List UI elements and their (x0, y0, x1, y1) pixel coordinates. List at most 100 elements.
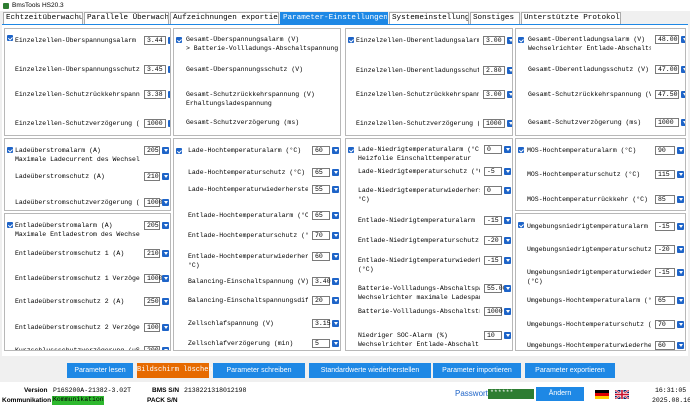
tab-5[interactable]: Sonstiges (470, 12, 520, 24)
parameter-value-input[interactable]: 3.00 (483, 90, 505, 99)
group-enable-checkbox[interactable] (7, 147, 13, 153)
parameter-value-input[interactable]: 55.00 (484, 284, 507, 293)
tab-6[interactable]: Unterstützte Protokolle (521, 12, 621, 24)
parameter-value-input[interactable]: 210 (144, 249, 160, 258)
chevron-down-icon[interactable] (162, 298, 169, 305)
group-enable-checkbox[interactable] (7, 35, 13, 41)
read-parameters-button[interactable]: Parameter lesen (67, 363, 133, 378)
chevron-down-icon[interactable] (162, 275, 169, 282)
chevron-down-icon[interactable] (168, 120, 170, 127)
parameter-value-input[interactable]: 3.38 (144, 90, 166, 99)
chevron-down-icon[interactable] (507, 120, 512, 127)
chevron-down-icon[interactable] (162, 324, 169, 331)
group-enable-checkbox[interactable] (176, 37, 182, 43)
parameter-value-input[interactable]: -15 (484, 216, 502, 225)
tab-2[interactable]: Aufzeichnungen exportieren (170, 12, 279, 24)
parameter-value-input[interactable]: 10 (484, 331, 502, 340)
group-enable-checkbox[interactable] (518, 147, 524, 153)
chevron-down-icon[interactable] (677, 297, 684, 304)
chevron-down-icon[interactable] (504, 308, 511, 315)
chevron-down-icon[interactable] (332, 212, 339, 219)
parameter-value-input[interactable]: 250 (144, 297, 160, 306)
chevron-down-icon[interactable] (504, 146, 511, 153)
tab-0[interactable]: Echtzeitüberwachung (3, 12, 83, 24)
chevron-down-icon[interactable] (332, 278, 339, 285)
parameter-value-input[interactable]: 55 (312, 185, 330, 194)
parameter-value-input[interactable]: 210 (144, 172, 160, 181)
chevron-down-icon[interactable] (162, 222, 169, 229)
chevron-down-icon[interactable] (332, 186, 339, 193)
parameter-value-input[interactable]: 3.40 (312, 277, 331, 286)
parameter-value-input[interactable]: 60 (312, 146, 330, 155)
parameter-value-input[interactable]: 200 (144, 346, 160, 350)
parameter-value-input[interactable]: 3.45 (144, 65, 166, 74)
clear-screen-button[interactable]: Bildschirm löschen (137, 363, 213, 378)
parameter-value-input[interactable]: 65 (312, 168, 330, 177)
tab-3[interactable]: Parameter-Einstellungen (280, 12, 388, 24)
group-enable-checkbox[interactable] (348, 147, 354, 153)
parameter-value-input[interactable]: 205 (144, 146, 160, 155)
group-enable-checkbox[interactable] (348, 37, 354, 43)
parameter-value-input[interactable]: -15 (655, 222, 675, 231)
parameter-value-input[interactable]: -15 (484, 256, 502, 265)
group-enable-checkbox[interactable] (518, 37, 524, 43)
import-parameters-button[interactable]: Parameter importieren (433, 363, 521, 378)
chevron-down-icon[interactable] (504, 285, 511, 292)
parameter-value-input[interactable]: 1000 (483, 119, 505, 128)
chevron-down-icon[interactable] (162, 250, 169, 257)
chevron-down-icon[interactable] (677, 321, 684, 328)
chevron-down-icon[interactable] (677, 196, 684, 203)
chevron-down-icon[interactable] (504, 257, 511, 264)
chevron-down-icon[interactable] (332, 169, 339, 176)
chevron-down-icon[interactable] (332, 297, 339, 304)
parameter-value-input[interactable]: -20 (655, 245, 675, 254)
chevron-down-icon[interactable] (332, 147, 339, 154)
parameter-value-input[interactable]: 47.00 (655, 65, 679, 74)
chevron-down-icon[interactable] (681, 91, 685, 98)
parameter-value-input[interactable]: -15 (655, 268, 675, 277)
chevron-down-icon[interactable] (168, 91, 170, 98)
chevron-down-icon[interactable] (504, 237, 511, 244)
chevron-down-icon[interactable] (162, 347, 169, 350)
group-enable-checkbox[interactable] (176, 148, 182, 154)
tab-1[interactable]: Parallele Überwachung (84, 12, 169, 24)
chevron-down-icon[interactable] (168, 37, 170, 44)
chevron-down-icon[interactable] (504, 168, 511, 175)
parameter-value-input[interactable]: 1000 (144, 119, 166, 128)
chevron-down-icon[interactable] (162, 199, 169, 206)
parameter-value-input[interactable]: 60 (312, 252, 330, 261)
chevron-down-icon[interactable] (677, 171, 684, 178)
chevron-down-icon[interactable] (332, 320, 339, 327)
restore-defaults-button[interactable]: Standardwerte wiederherstellen (309, 363, 431, 378)
group-enable-checkbox[interactable] (518, 222, 524, 228)
parameter-value-input[interactable]: -5 (484, 167, 502, 176)
chevron-down-icon[interactable] (168, 66, 170, 73)
chevron-down-icon[interactable] (504, 217, 511, 224)
chevron-down-icon[interactable] (681, 66, 685, 73)
group-enable-checkbox[interactable] (7, 222, 13, 228)
chevron-down-icon[interactable] (332, 340, 339, 347)
chevron-down-icon[interactable] (507, 67, 512, 74)
parameter-value-input[interactable]: 1000 (655, 118, 679, 127)
parameter-value-input[interactable]: 3.44 (144, 36, 166, 45)
chevron-down-icon[interactable] (677, 246, 684, 253)
parameter-value-input[interactable]: 60 (655, 341, 675, 350)
parameter-value-input[interactable]: 90 (655, 146, 675, 155)
chevron-down-icon[interactable] (504, 187, 511, 194)
chevron-down-icon[interactable] (332, 253, 339, 260)
parameter-value-input[interactable]: 205 (144, 221, 160, 230)
chevron-down-icon[interactable] (162, 173, 169, 180)
parameter-value-input[interactable]: -20 (484, 236, 502, 245)
chevron-down-icon[interactable] (507, 91, 512, 98)
parameter-value-input[interactable]: 3.15 (312, 319, 331, 328)
chevron-down-icon[interactable] (677, 223, 684, 230)
chevron-down-icon[interactable] (504, 332, 511, 339)
parameter-value-input[interactable]: 85 (655, 195, 675, 204)
chevron-down-icon[interactable] (332, 232, 339, 239)
password-input[interactable]: ****** (488, 389, 534, 399)
parameter-value-input[interactable]: 47.50 (655, 90, 679, 99)
chevron-down-icon[interactable] (677, 342, 684, 349)
german-flag-icon[interactable] (595, 390, 609, 399)
parameter-value-input[interactable]: 1000 (144, 198, 163, 207)
parameter-value-input[interactable]: 115 (655, 170, 675, 179)
